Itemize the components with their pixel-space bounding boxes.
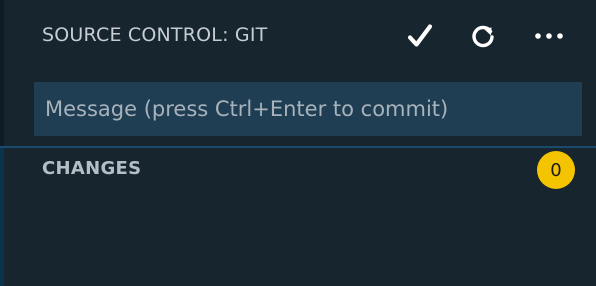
source-control-header: SOURCE CONTROL: GIT — [0, 0, 596, 72]
refresh-button[interactable] — [467, 20, 499, 52]
commit-button[interactable] — [404, 20, 436, 52]
commit-message-input[interactable] — [34, 82, 582, 136]
checkmark-icon — [407, 24, 433, 47]
changes-count-badge: 0 — [537, 151, 575, 189]
refresh-icon — [472, 25, 494, 48]
changes-section-header[interactable]: CHANGES 0 — [0, 148, 596, 190]
source-control-panel: SOURCE CONTROL: GIT CHANGES 0 — [0, 0, 596, 286]
panel-title: SOURCE CONTROL: GIT — [42, 24, 268, 46]
more-actions-button[interactable] — [533, 20, 565, 52]
ellipsis-icon — [535, 33, 563, 39]
changes-label: CHANGES — [42, 158, 142, 179]
